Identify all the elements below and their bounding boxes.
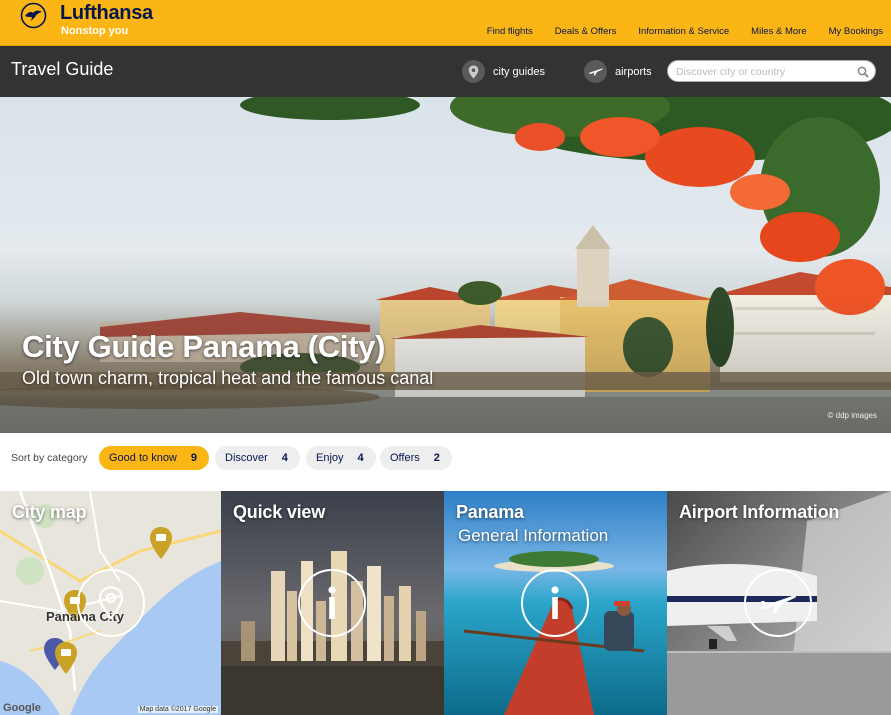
chip-count: 9 bbox=[190, 452, 197, 464]
map-data-credit: Map data ©2017 Google bbox=[137, 706, 218, 713]
airplane-icon bbox=[744, 569, 812, 637]
tile-airport-information[interactable]: Airport Information bbox=[667, 491, 891, 715]
chip-count: 2 bbox=[433, 452, 440, 464]
city-guides-button[interactable]: city guides bbox=[462, 60, 545, 83]
camera-map-pin-icon bbox=[55, 642, 77, 674]
chip-label: Discover bbox=[225, 452, 268, 464]
search-box bbox=[667, 60, 876, 82]
hero-title: City Guide Panama (City) bbox=[22, 329, 386, 364]
top-navigation: Find flights Deals & Offers Information … bbox=[465, 26, 883, 37]
hero-banner: City Guide Panama (City) Old town charm,… bbox=[0, 97, 891, 433]
airplane-icon bbox=[584, 60, 607, 83]
tile-title: Airport Information bbox=[679, 502, 840, 522]
chip-label: Good to know bbox=[109, 452, 177, 464]
chip-count: 4 bbox=[357, 452, 364, 464]
tile-quick-view[interactable]: Quick view bbox=[221, 491, 444, 715]
tile-title: City map bbox=[12, 502, 87, 522]
top-bar: Lufthansa Nonstop you Find flights Deals… bbox=[0, 0, 891, 46]
category-sort-bar: Sort by category Good to know 9 Discover… bbox=[0, 433, 891, 491]
category-chip-good-to-know[interactable]: Good to know 9 bbox=[99, 446, 209, 470]
image-credit: © ddp images bbox=[827, 411, 877, 420]
airports-label: airports bbox=[615, 65, 652, 78]
nav-miles-more[interactable]: Miles & More bbox=[751, 26, 806, 37]
google-logo: Google bbox=[3, 702, 41, 714]
lufthansa-crane-logo-icon[interactable] bbox=[20, 2, 47, 29]
hero-subtitle: Old town charm, tropical heat and the fa… bbox=[22, 368, 434, 388]
nav-deals-offers[interactable]: Deals & Offers bbox=[555, 26, 617, 37]
nav-my-bookings[interactable]: My Bookings bbox=[829, 26, 883, 37]
info-icon bbox=[298, 569, 366, 637]
tile-title: Panama bbox=[456, 502, 524, 522]
category-chip-offers[interactable]: Offers 2 bbox=[380, 446, 452, 470]
tile-subtitle: General Information bbox=[458, 526, 609, 545]
tile-city-map[interactable]: City map Panama City Google Map data ©20… bbox=[0, 491, 221, 715]
city-guides-label: city guides bbox=[493, 65, 545, 78]
sort-label: Sort by category bbox=[11, 452, 88, 464]
brand-tagline: Nonstop you bbox=[61, 25, 129, 37]
camera-map-pin-icon bbox=[150, 527, 172, 559]
info-icon bbox=[521, 569, 589, 637]
travel-guide-header: Travel Guide city guides airports bbox=[0, 46, 891, 97]
search-input[interactable] bbox=[676, 64, 856, 79]
nav-find-flights[interactable]: Find flights bbox=[487, 26, 533, 37]
category-chip-enjoy[interactable]: Enjoy 4 bbox=[306, 446, 376, 470]
chip-count: 4 bbox=[281, 452, 288, 464]
chip-label: Enjoy bbox=[316, 452, 344, 464]
search-icon[interactable] bbox=[857, 65, 869, 83]
airports-button[interactable]: airports bbox=[584, 60, 652, 83]
tile-title: Quick view bbox=[233, 502, 326, 522]
page-title[interactable]: Travel Guide bbox=[11, 59, 113, 80]
tile-panama-general-information[interactable]: Panama General Information bbox=[444, 491, 667, 715]
brand-name[interactable]: Lufthansa bbox=[60, 2, 153, 25]
nav-information-service[interactable]: Information & Service bbox=[638, 26, 729, 37]
category-chip-discover[interactable]: Discover 4 bbox=[215, 446, 300, 470]
location-pin-icon bbox=[462, 60, 485, 83]
chip-label: Offers bbox=[390, 452, 420, 464]
map-pin-icon bbox=[77, 569, 145, 637]
